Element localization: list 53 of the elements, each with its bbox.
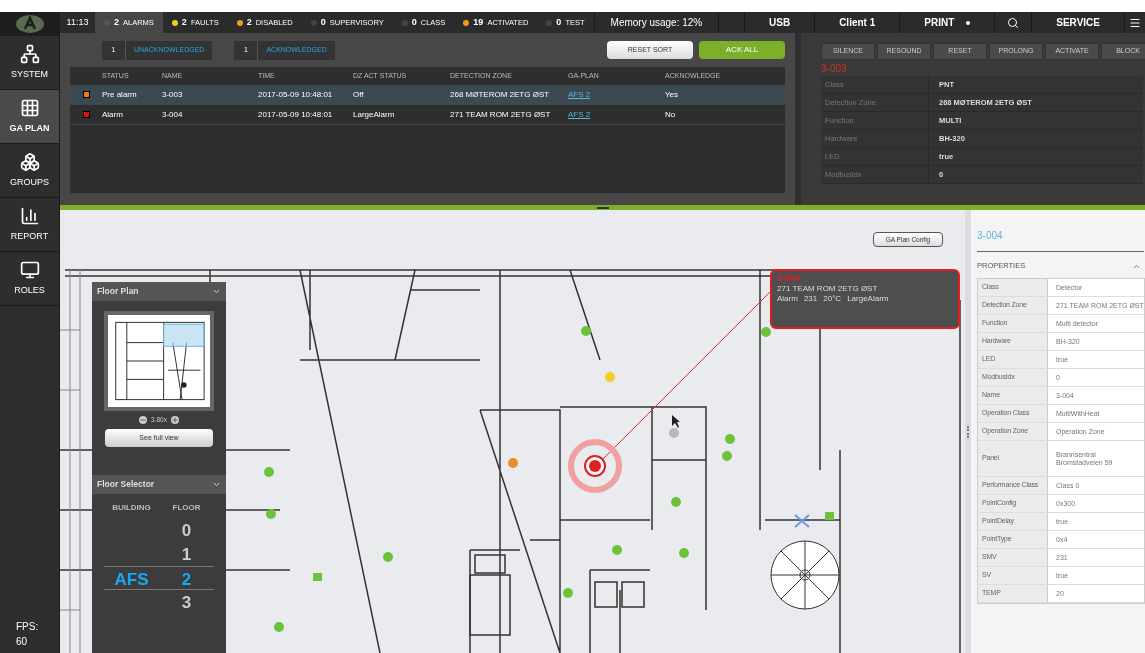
- clock-time: 11:13: [65, 15, 90, 29]
- table-cell-text: Alarm: [102, 108, 124, 121]
- table-cell-text: 268 MØTEROM 2ETG ØST: [450, 88, 551, 101]
- table-cell-text: Pre alarm: [102, 88, 138, 101]
- zoom-out-icon[interactable]: [139, 415, 148, 424]
- callout-detail: 20°C: [823, 294, 842, 304]
- table-cell-text: 2017-05-09 10:48:01: [258, 88, 334, 101]
- callout-title: 3-004: [777, 273, 802, 284]
- callout-zone: 271 TEAM ROM 2ETG ØST: [777, 284, 879, 294]
- panel-title: Floor Plan: [97, 285, 139, 298]
- grid-icon: [19, 97, 40, 118]
- callout-detail: Alarm: [777, 294, 798, 304]
- groups-icon: [19, 151, 40, 172]
- caret-icon[interactable]: [212, 480, 221, 489]
- ga-plan-link[interactable]: AFS 2: [568, 89, 591, 99]
- floor-number: 0: [180, 520, 193, 542]
- floor-row[interactable]: 0: [104, 518, 214, 542]
- alarm-row[interactable]: Pre alarm 3-003 2017-05-09 10:48:01 Off 268 MØTEROM 2ETG ØST AFS 2 Yes: [70, 85, 785, 105]
- network-icon: [19, 43, 40, 64]
- fps-counter: FPS: 60: [15, 620, 40, 649]
- sidebar-item[interactable]: GA PLAN: [0, 90, 59, 144]
- search-icon: [1007, 16, 1020, 29]
- details-title: 3-003: [821, 62, 848, 76]
- callout-detail: 231: [803, 294, 818, 304]
- table-cell-text: Off: [353, 88, 365, 101]
- column-header: BUILDING: [111, 502, 152, 514]
- floor-row[interactable]: AFS 2: [104, 566, 214, 590]
- floor-row[interactable]: 1: [104, 542, 214, 566]
- resize-handle[interactable]: [596, 206, 609, 209]
- ga-plan-link[interactable]: AFS 2: [568, 109, 591, 119]
- menu-icon: [1129, 16, 1141, 29]
- properties-title: 3-004: [977, 228, 1144, 252]
- alarm-row[interactable]: Alarm 3-004 2017-05-09 10:48:01 LargeAlarm 271 TEAM ROM 2ETG ØST AFS 2 No: [70, 105, 785, 125]
- table-cell-text: LargeAlarm: [353, 108, 396, 121]
- table-cell-text: 3-004: [162, 108, 184, 121]
- floor-row[interactable]: 3: [104, 590, 214, 614]
- floor-number: 2: [180, 569, 193, 591]
- panel-title: Floor Selector: [97, 478, 155, 491]
- column-header: FLOOR: [171, 502, 202, 514]
- floor-number: 1: [180, 544, 193, 566]
- floor-number: 3: [180, 592, 193, 614]
- building-name: AFS: [114, 570, 149, 589]
- table-cell-text: No: [665, 108, 677, 121]
- table-cell-text: 2017-05-09 10:48:01: [258, 108, 334, 121]
- monitor-icon: [19, 259, 40, 280]
- table-cell-text: 271 TEAM ROM 2ETG ØST: [450, 108, 552, 121]
- callout-detail: LargeAlarm: [847, 294, 889, 304]
- resize-handle[interactable]: [966, 425, 970, 438]
- table-cell-text: Yes: [665, 88, 680, 101]
- chart-icon: [19, 205, 40, 226]
- zoom-in-icon[interactable]: [170, 415, 179, 424]
- caret-icon[interactable]: [212, 287, 221, 296]
- table-cell-text: 3-003: [162, 88, 184, 101]
